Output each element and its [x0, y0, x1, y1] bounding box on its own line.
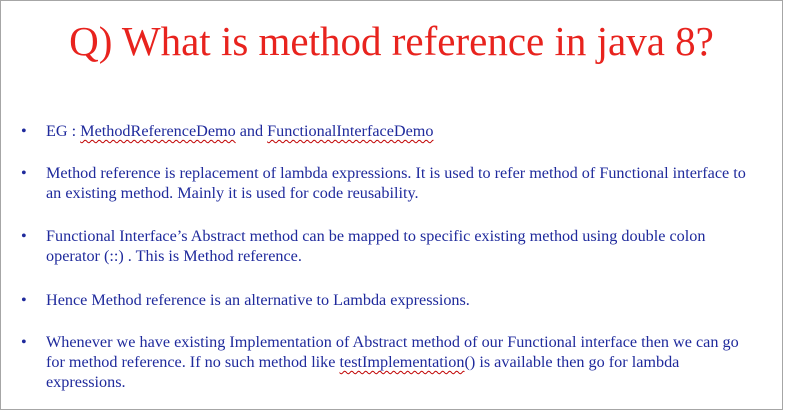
- bullet-item-usage: • Whenever we have existing Implementati…: [21, 332, 761, 392]
- bullet-text-middle: and: [235, 122, 268, 140]
- bullet-text: Method reference is replacement of lambd…: [46, 164, 746, 202]
- bullet-text-prefix: EG :: [46, 122, 81, 140]
- method-reference-demo-text: MethodReferenceDemo: [80, 122, 236, 140]
- bullet-text: Hence Method reference is an alternative…: [46, 291, 470, 309]
- bullet-text: Functional Interface’s Abstract method c…: [46, 227, 706, 265]
- bullet-icon: •: [21, 164, 27, 182]
- bullet-item-definition: • Method reference is replacement of lam…: [21, 163, 761, 203]
- bullet-item-alternative: • Hence Method reference is an alternati…: [21, 290, 761, 310]
- slide-title: Q) What is method reference in java 8?: [69, 18, 714, 64]
- bullet-icon: •: [21, 291, 27, 309]
- bullet-item-mapping: • Functional Interface’s Abstract method…: [21, 226, 761, 266]
- bullet-icon: •: [21, 333, 27, 351]
- test-implementation-text: testImplementation: [339, 353, 465, 371]
- bullet-icon: •: [21, 227, 27, 245]
- bullet-item-example: • EG : MethodReferenceDemo and Functiona…: [21, 121, 761, 141]
- bullet-icon: •: [21, 122, 27, 140]
- slide: Q) What is method reference in java 8? •…: [0, 0, 783, 410]
- functional-interface-demo-text: FunctionalInterfaceDemo: [267, 122, 434, 140]
